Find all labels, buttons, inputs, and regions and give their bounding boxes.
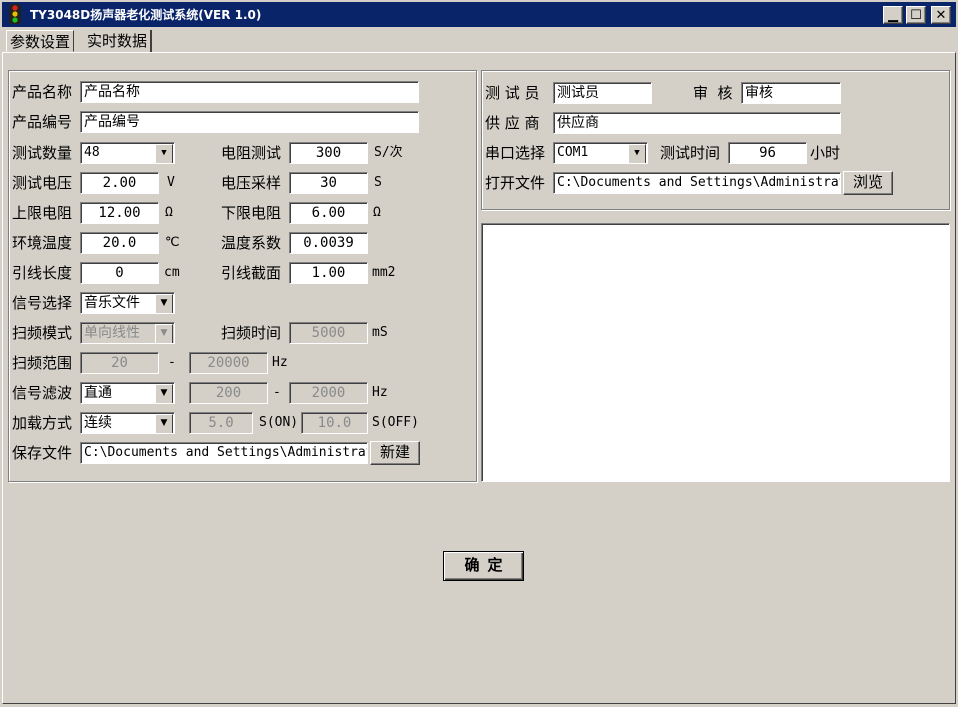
filter-select[interactable]: 直通 ▼ (80, 382, 175, 404)
volt-sample-field[interactable]: 30 (289, 172, 368, 194)
test-time-label: 测试时间 (660, 144, 721, 162)
sweep-range-dash: - (168, 355, 176, 370)
lower-res-field[interactable]: 6.00 (289, 202, 368, 224)
close-icon: ✕ (935, 7, 947, 23)
filter-from-field: 200 (189, 382, 268, 404)
product-code-label: 产品编号 (12, 113, 73, 131)
tab-params[interactable]: 参数设置 (6, 30, 75, 52)
load-mode-value: 连续 (84, 415, 112, 431)
save-file-label: 保存文件 (12, 444, 73, 462)
close-button[interactable]: ✕ (931, 6, 951, 24)
sweep-to-field: 20000 (189, 352, 268, 374)
tab-realtime[interactable]: 实时数据 (84, 30, 153, 52)
test-voltage-field[interactable]: 2.00 (80, 172, 159, 194)
log-textarea[interactable] (481, 223, 950, 482)
upper-res-field[interactable]: 12.00 (80, 202, 159, 224)
product-code-field[interactable]: 产品编号 (80, 111, 419, 133)
minimize-icon: ▁ (888, 7, 898, 23)
open-file-label: 打开文件 (485, 174, 546, 192)
port-label: 串口选择 (485, 144, 546, 162)
on-time-field: 5.0 (189, 412, 253, 434)
open-file-field[interactable]: C:\Documents and Settings\Administrator (553, 172, 841, 194)
signal-label: 信号选择 (12, 294, 73, 312)
tester-label: 测 试 员 (485, 84, 540, 102)
res-test-field[interactable]: 300 (289, 142, 368, 164)
upper-res-unit: Ω (165, 205, 173, 220)
new-file-button[interactable]: 新建 (370, 441, 420, 465)
volt-sample-unit: S (374, 175, 382, 190)
filter-value: 直通 (84, 385, 112, 401)
sweep-mode-label: 扫频模式 (12, 324, 73, 342)
sweep-mode-value: 单向线性 (84, 325, 140, 341)
product-name-field[interactable]: 产品名称 (80, 81, 419, 103)
confirm-button[interactable]: 确定 (443, 551, 524, 581)
reviewer-field[interactable]: 审核 (741, 82, 841, 104)
maximize-button[interactable]: ☐ (906, 6, 926, 24)
chevron-down-icon[interactable]: ▼ (155, 384, 173, 403)
chevron-down-icon[interactable]: ▼ (155, 414, 173, 433)
env-temp-unit: ℃ (165, 235, 180, 250)
lead-area-field[interactable]: 1.00 (289, 262, 368, 284)
env-temp-field[interactable]: 20.0 (80, 232, 159, 254)
sweep-time-label: 扫频时间 (221, 324, 282, 342)
temp-coef-label: 温度系数 (221, 234, 282, 252)
lead-area-label: 引线截面 (221, 264, 282, 282)
port-select[interactable]: COM1 ▼ (553, 142, 648, 164)
chevron-down-icon: ▼ (155, 324, 173, 343)
supplier-field[interactable]: 供应商 (553, 112, 841, 134)
test-voltage-label: 测试电压 (12, 174, 73, 192)
lead-length-unit: cm (164, 265, 180, 280)
window-title: TY3048D扬声器老化测试系统(VER 1.0) (30, 8, 262, 22)
volt-sample-label: 电压采样 (221, 174, 282, 192)
signal-select[interactable]: 音乐文件 ▼ (80, 292, 175, 314)
test-count-select[interactable]: 48 ▼ (80, 142, 175, 164)
lower-res-unit: Ω (373, 205, 381, 220)
load-mode-label: 加载方式 (12, 414, 73, 432)
res-test-label: 电阻测试 (221, 144, 282, 162)
minimize-button[interactable]: ▁ (883, 6, 903, 24)
signal-value: 音乐文件 (84, 295, 140, 311)
off-time-field: 10.0 (301, 412, 368, 434)
upper-res-label: 上限电阻 (12, 204, 73, 222)
save-file-field[interactable]: C:\Documents and Settings\Administrator (80, 442, 368, 464)
chevron-down-icon[interactable]: ▼ (155, 294, 173, 313)
browse-button[interactable]: 浏览 (843, 171, 893, 195)
product-name-label: 产品名称 (12, 83, 73, 101)
lead-length-label: 引线长度 (12, 264, 73, 282)
sweep-time-field: 5000 (289, 322, 368, 344)
env-temp-label: 环境温度 (12, 234, 73, 252)
load-mode-select[interactable]: 连续 ▼ (80, 412, 175, 434)
temp-coef-field[interactable]: 0.0039 (289, 232, 368, 254)
lead-length-field[interactable]: 0 (80, 262, 159, 284)
traffic-light-icon (8, 4, 22, 24)
test-count-label: 测试数量 (12, 144, 73, 162)
lower-res-label: 下限电阻 (221, 204, 282, 222)
reviewer-label: 审 核 (693, 84, 733, 102)
filter-dash: - (273, 385, 281, 400)
test-voltage-unit: V (167, 175, 175, 190)
test-count-value: 48 (84, 145, 100, 160)
res-test-unit: S/次 (374, 145, 403, 160)
off-time-unit: S(OFF) (372, 415, 419, 430)
test-time-unit: 小时 (810, 144, 841, 162)
test-time-field[interactable]: 96 (728, 142, 807, 164)
filter-label: 信号滤波 (12, 384, 73, 402)
sweep-range-unit: Hz (272, 355, 288, 370)
filter-to-field: 2000 (289, 382, 368, 404)
chevron-down-icon[interactable]: ▼ (155, 144, 173, 163)
lead-area-unit: mm2 (372, 265, 396, 280)
sweep-mode-select: 单向线性 ▼ (80, 322, 175, 344)
filter-unit: Hz (372, 385, 388, 400)
maximize-icon: ☐ (910, 7, 922, 23)
sweep-range-label: 扫频范围 (12, 354, 73, 372)
tester-field[interactable]: 测试员 (553, 82, 652, 104)
on-time-unit: S(ON) (259, 415, 299, 430)
supplier-label: 供 应 商 (485, 114, 540, 132)
sweep-time-unit: mS (372, 325, 388, 340)
port-value: COM1 (557, 145, 589, 160)
chevron-down-icon[interactable]: ▼ (628, 144, 646, 163)
sweep-from-field: 20 (80, 352, 159, 374)
